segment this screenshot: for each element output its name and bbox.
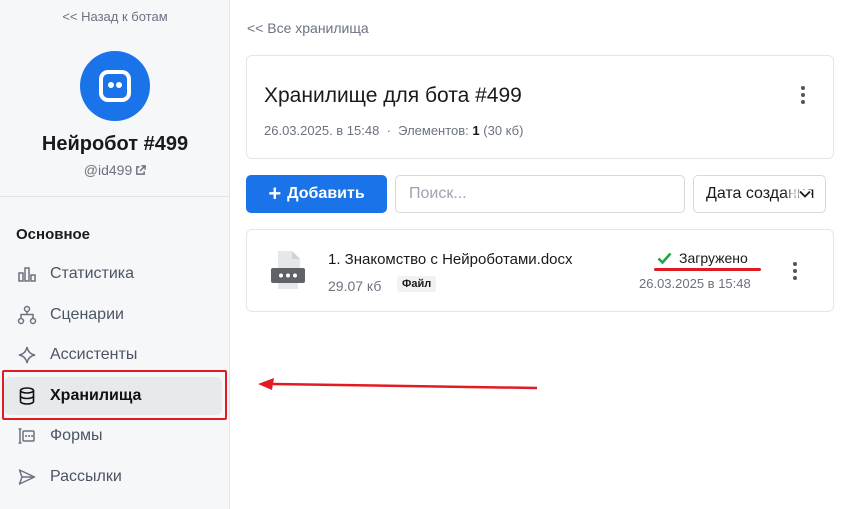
sparkle-icon [16,344,38,366]
bot-handle-text: @id499 [83,162,133,178]
send-icon [16,466,38,488]
chevron-down-icon [799,190,811,198]
flow-icon [16,304,38,326]
elements-count: 1 [472,123,480,138]
back-to-bots-link[interactable]: << Назад к ботам [0,9,230,24]
storage-menu-button[interactable] [793,84,813,106]
sidebar-item-assistants[interactable]: Ассистенты [4,336,222,374]
kebab-dot [801,86,805,90]
file-status-text: Загружено [679,250,748,266]
storage-header-card: Хранилище для бота #499 26.03.2025. в 15… [246,55,834,159]
sidebar-item-statistics[interactable]: Статистика [4,255,222,293]
page-title: Хранилище для бота #499 [264,84,522,107]
file-name[interactable]: 1. Знакомство с Нейроботами.docx [328,251,573,268]
bot-avatar [80,51,150,121]
sidebar-item-forms[interactable]: Формы [4,417,222,455]
kebab-dot [793,276,797,280]
meta-separator: · [386,123,391,138]
kebab-dot [793,269,797,273]
storage-created: 26.03.2025. в 15:48 [264,123,380,138]
sidebar-item-label: Формы [50,427,103,444]
sidebar-divider [0,196,229,197]
file-menu-button[interactable] [785,260,805,282]
status-badge: Загружено [657,250,748,266]
form-icon [16,425,38,447]
bot-icon [99,70,131,102]
annotation-highlight-box [2,370,227,420]
storage-meta: 26.03.2025. в 15:48 · Элементов: 1 (30 к… [264,123,523,138]
sidebar-item-label: Рассылки [50,468,122,485]
file-type-badge: Файл [397,276,437,292]
add-button[interactable]: + Добавить [246,175,387,213]
document-file-icon [271,251,305,289]
sidebar-item-label: Сценарии [50,306,124,323]
file-size: 29.07 кб [328,278,382,294]
sort-select[interactable]: Дата создания [693,175,826,213]
app: << Назад к ботам Нейробот #499 @id499 Ос… [0,0,847,509]
file-date: 26.03.2025 в 15:48 [639,276,751,291]
external-link-icon [136,165,147,175]
kebab-dot [801,93,805,97]
bar-chart-icon [16,263,38,285]
bot-name: Нейробот #499 [41,133,189,155]
sidebar-item-mailings[interactable]: Рассылки [4,458,222,496]
section-title-main: Основное [16,226,91,243]
kebab-dot [793,262,797,266]
back-to-storages-link[interactable]: << Все хранилища [247,20,369,36]
file-row[interactable]: 1. Знакомство с Нейроботами.docx 29.07 к… [246,229,834,312]
elements-size: (30 кб) [483,123,524,138]
search-input[interactable] [395,175,685,213]
add-button-label: Добавить [287,185,365,202]
annotation-arrow [258,378,538,390]
check-icon [657,252,672,264]
kebab-dot [801,100,805,104]
sidebar-item-scenarios[interactable]: Сценарии [4,296,222,334]
elements-label: Элементов: [398,123,469,138]
sidebar-item-label: Статистика [50,265,135,282]
annotation-underline [654,268,761,271]
bot-handle[interactable]: @id499 [0,162,230,178]
sidebar-item-label: Ассистенты [50,346,138,363]
plus-icon: + [268,181,282,206]
sidebar: << Назад к ботам Нейробот #499 @id499 Ос… [0,0,230,509]
